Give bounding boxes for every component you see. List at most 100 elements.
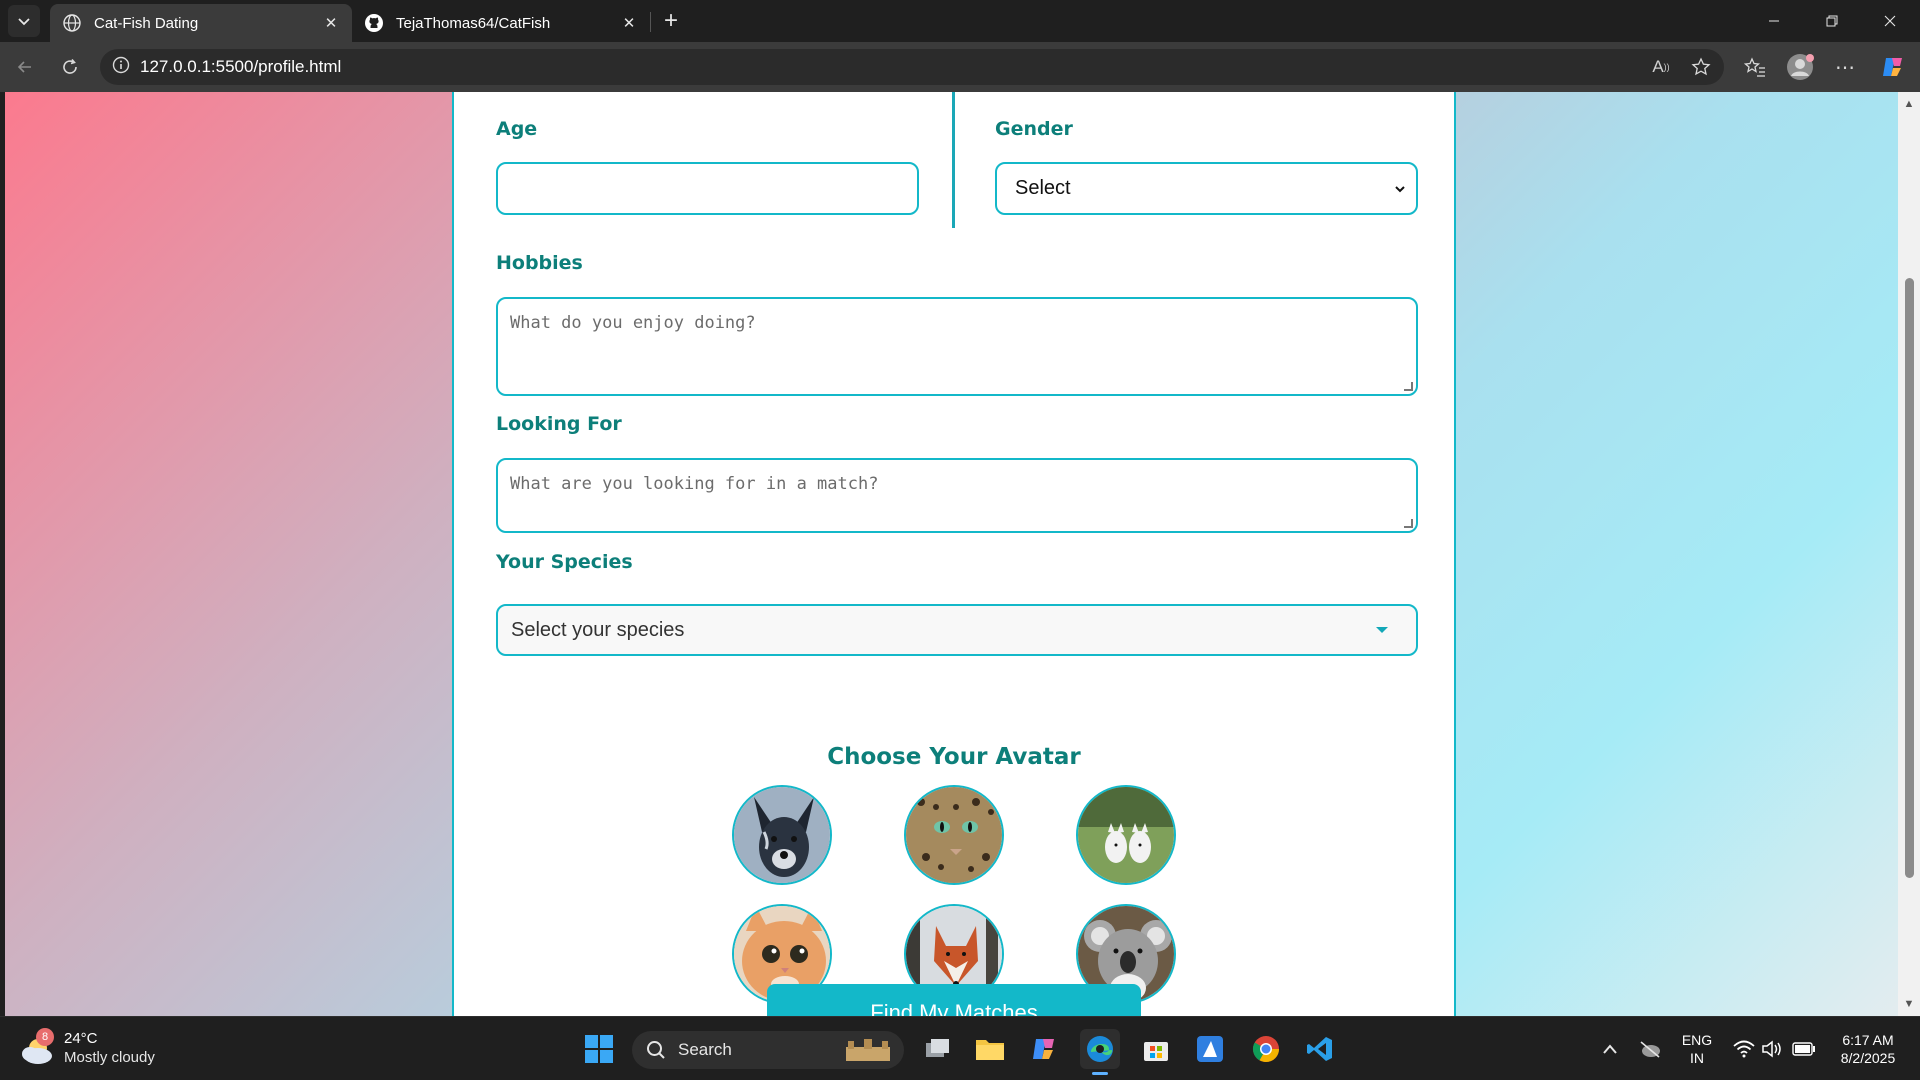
reload-button[interactable]: [55, 52, 85, 82]
looking-for-placeholder: What are you looking for in a match?: [510, 474, 879, 494]
avatar-option-dog[interactable]: [732, 785, 832, 885]
github-icon: [364, 13, 384, 33]
speaker-icon: [1762, 1040, 1781, 1058]
copilot-app-icon: [1033, 1039, 1054, 1059]
show-hidden-icons-button[interactable]: [1590, 1029, 1630, 1069]
store-icon: [1144, 1042, 1168, 1061]
close-window-button[interactable]: [1861, 0, 1919, 42]
close-tab-icon[interactable]: ✕: [620, 14, 638, 32]
favorite-star-icon[interactable]: [1690, 56, 1712, 78]
tab-title: Cat-Fish Dating: [94, 14, 199, 32]
species-select[interactable]: Select your species: [496, 604, 1418, 656]
castle-highlight-icon: [842, 1039, 894, 1068]
browser-toolbar: 127.0.0.1:5500/profile.html A)) ⋯: [0, 42, 1920, 92]
more-dots-icon: ⋯: [1835, 56, 1855, 79]
vscode-icon: [1307, 1037, 1332, 1061]
azure-icon: [1197, 1036, 1223, 1062]
battery-status[interactable]: [1784, 1029, 1824, 1069]
clock[interactable]: 6:17 AM 8/2/2025: [1828, 1031, 1908, 1067]
cloud-offline-icon: [1640, 1041, 1660, 1058]
minimize-icon: [1769, 20, 1779, 22]
address-bar[interactable]: 127.0.0.1:5500/profile.html A)): [100, 49, 1724, 85]
restore-button[interactable]: [1803, 0, 1861, 42]
folder-icon: [976, 1040, 1004, 1060]
tab-github-catfish[interactable]: TejaThomas64/CatFish ✕: [352, 4, 650, 42]
weather-alert-badge: 8: [36, 1028, 54, 1046]
language-indicator[interactable]: ENG IN: [1676, 1031, 1718, 1067]
task-view-icon: [926, 1039, 949, 1057]
looking-for-label: Looking For: [496, 413, 622, 435]
more-options-button[interactable]: ⋯: [1830, 52, 1860, 82]
back-button[interactable]: [10, 52, 40, 82]
gender-selected-value: Select: [1015, 177, 1071, 199]
chevron-up-icon: [1603, 1044, 1617, 1054]
hobbies-label: Hobbies: [496, 252, 583, 274]
active-app-indicator: [1092, 1072, 1108, 1075]
task-view-button[interactable]: [918, 1029, 958, 1069]
battery-icon: [1792, 1042, 1815, 1056]
chevron-down-icon: [1395, 185, 1405, 192]
profile-form-card: Age Gender Select Hobbies What do you en…: [452, 92, 1456, 1016]
tab-title: TejaThomas64/CatFish: [396, 14, 551, 32]
tab-catfish-dating[interactable]: Cat-Fish Dating ✕: [50, 4, 352, 42]
profile-button[interactable]: [1785, 52, 1815, 82]
windows-logo-icon: [585, 1035, 613, 1063]
reload-icon: [63, 58, 77, 74]
globe-icon: [62, 13, 82, 33]
avatar-icon: [1787, 54, 1814, 80]
copilot-icon: [1883, 58, 1902, 76]
resize-grip-icon[interactable]: [1404, 382, 1413, 391]
azure-app-button[interactable]: [1190, 1029, 1230, 1069]
new-tab-button[interactable]: +: [656, 6, 686, 36]
dog-avatar-image: [734, 787, 830, 883]
scroll-up-arrow-icon[interactable]: ▲: [1903, 98, 1915, 110]
gender-label: Gender: [995, 118, 1073, 140]
close-tab-icon[interactable]: ✕: [322, 14, 340, 32]
white-dogs-avatar-image: [1078, 787, 1174, 883]
resize-grip-icon[interactable]: [1404, 519, 1413, 528]
url-text[interactable]: 127.0.0.1:5500/profile.html: [140, 57, 341, 77]
language-code: ENG: [1681, 1032, 1713, 1048]
info-icon[interactable]: [112, 56, 130, 79]
search-icon: [647, 1041, 665, 1059]
onedrive-status[interactable]: [1630, 1029, 1670, 1069]
clock-date: 8/2/2025: [1840, 1050, 1896, 1066]
start-button[interactable]: [579, 1029, 619, 1069]
minimize-button[interactable]: [1745, 0, 1803, 42]
arrow-left-icon: [17, 61, 31, 73]
vscode-button[interactable]: [1300, 1029, 1340, 1069]
edge-browser-button[interactable]: [1080, 1029, 1120, 1075]
leopard-avatar-image: [906, 787, 1002, 883]
copilot-button[interactable]: [1878, 52, 1908, 82]
file-explorer-button[interactable]: [970, 1029, 1010, 1069]
find-my-matches-button[interactable]: Find My Matches: [767, 984, 1141, 1016]
read-aloud-icon[interactable]: A)): [1650, 56, 1672, 78]
dropdown-caret-icon: [1376, 627, 1388, 633]
scrollbar-thumb[interactable]: [1905, 278, 1914, 878]
weather-condition: Mostly cloudy: [64, 1049, 155, 1066]
temperature: 24°C: [64, 1030, 98, 1047]
scroll-down-arrow-icon[interactable]: ▼: [1903, 998, 1915, 1010]
copilot-app-button[interactable]: [1024, 1029, 1064, 1069]
taskbar-search[interactable]: Search: [632, 1031, 904, 1069]
species-label: Your Species: [496, 551, 633, 573]
tab-actions-menu-button[interactable]: [8, 5, 40, 37]
clock-time: 6:17 AM: [1842, 1032, 1894, 1048]
plus-icon: +: [663, 7, 678, 34]
restore-icon: [1826, 15, 1838, 27]
age-label: Age: [496, 118, 538, 140]
species-selected-value: Select your species: [511, 618, 685, 641]
hobbies-placeholder: What do you enjoy doing?: [510, 313, 756, 333]
hobbies-textarea[interactable]: What do you enjoy doing?: [496, 297, 1418, 396]
page-scrollbar[interactable]: ▲ ▼: [1898, 92, 1920, 1016]
weather-widget[interactable]: 8 24°C Mostly cloudy: [18, 1028, 155, 1067]
age-input[interactable]: [496, 162, 919, 215]
avatar-option-white-dogs[interactable]: [1076, 785, 1176, 885]
microsoft-store-button[interactable]: [1136, 1029, 1176, 1069]
chrome-browser-button[interactable]: [1246, 1029, 1286, 1069]
avatar-option-leopard[interactable]: [904, 785, 1004, 885]
favorites-button[interactable]: [1740, 52, 1770, 82]
gender-select[interactable]: Select: [995, 162, 1418, 215]
tab-separator: [650, 12, 651, 32]
looking-for-textarea[interactable]: What are you looking for in a match?: [496, 458, 1418, 533]
